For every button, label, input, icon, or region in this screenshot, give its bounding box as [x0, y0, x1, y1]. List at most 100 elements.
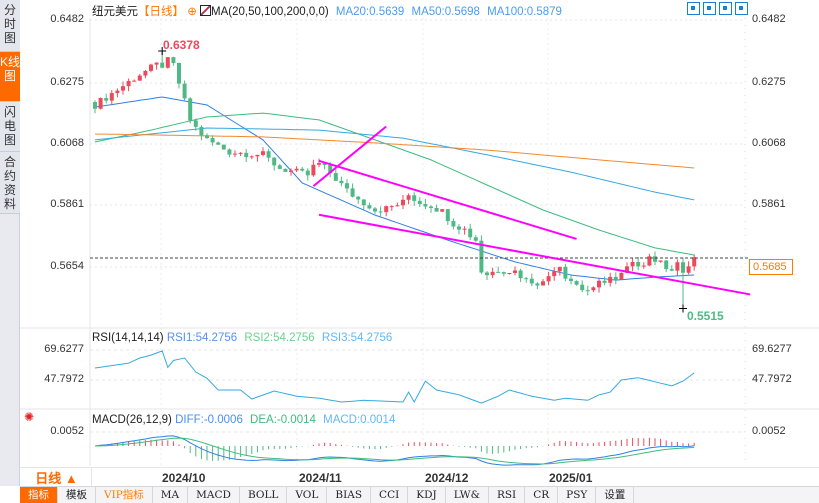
candle-body — [619, 272, 624, 280]
ma20-line — [94, 96, 695, 281]
macd-label-left: 0.0052 — [50, 425, 84, 437]
period-label: 【日线】 — [138, 6, 184, 18]
candle-body — [378, 211, 383, 213]
date-label: 2024/12 — [425, 471, 469, 485]
candle-body — [501, 272, 506, 274]
candle-body — [457, 226, 461, 230]
toolbar-item-7[interactable]: BIAS — [327, 487, 372, 503]
indicator-toolbar: 指标 模板 VIP指标 MA MACD BOLL VOL BIAS CCI KDJ LW& RSI CR… — [20, 486, 819, 503]
toolbar-item-9[interactable]: KDJ — [408, 487, 446, 503]
price-label-left: 0.5861 — [50, 198, 84, 210]
crosshair-icon[interactable] — [687, 2, 700, 15]
candle-body — [305, 170, 310, 176]
rsi-line — [94, 350, 695, 404]
candle-body — [300, 168, 305, 171]
candle-body — [384, 206, 389, 213]
ma-indicator-icon[interactable] — [200, 5, 212, 16]
candle-body — [518, 270, 523, 279]
candle-body — [154, 62, 159, 65]
candle-body — [653, 256, 657, 262]
candle-body — [686, 266, 691, 273]
price-label-right: 0.6068 — [752, 137, 786, 149]
rsi-label-left: 69.6277 — [44, 343, 84, 355]
candle-body — [681, 262, 685, 273]
candle-body — [193, 120, 198, 127]
candle-body — [233, 153, 237, 155]
symbol-name: 纽元美元 — [92, 6, 138, 18]
toolbar-item-2[interactable]: VIP指标 — [96, 487, 153, 503]
indicator-settings-icon[interactable]: ✺ — [24, 410, 34, 424]
candle-body — [507, 272, 512, 274]
rsi-label-left: 47.7972 — [44, 373, 84, 385]
candle-body — [389, 206, 394, 208]
fit-left-icon[interactable] — [703, 2, 716, 15]
candle-body — [289, 170, 293, 172]
candle-body — [434, 208, 439, 212]
diff-value: DIFF:-0.0006 — [175, 414, 243, 426]
candle-body — [630, 262, 635, 267]
candle-body — [255, 154, 260, 157]
toolbar-item-12[interactable]: CR — [525, 487, 559, 503]
candle-body — [345, 183, 349, 189]
period-selector[interactable]: 日线 ▲ — [22, 468, 92, 486]
candle-body — [440, 209, 445, 212]
date-label: 2024/10 — [162, 471, 206, 485]
chart-legend: 纽元美元【日线】 ⊕ MA(20,50,100,200,0,0) MA20:0.… — [92, 3, 562, 19]
candle-body — [126, 81, 131, 87]
candle-body — [121, 86, 125, 91]
toolbar-item-4[interactable]: MACD — [188, 487, 240, 503]
candle-body — [143, 70, 148, 76]
candle-body — [574, 281, 579, 285]
kline-chart[interactable] — [0, 0, 819, 503]
toolbar-item-5[interactable]: BOLL — [240, 487, 288, 503]
candle-body — [395, 205, 400, 207]
candle-body — [451, 221, 456, 227]
ma200-line — [94, 133, 695, 169]
current-price-label: 0.5685 — [749, 259, 793, 275]
candle-body — [115, 90, 120, 94]
toolbar-item-14[interactable]: 设置 — [596, 487, 635, 503]
candle-body — [664, 260, 669, 270]
toolbar-item-11[interactable]: RSI — [489, 487, 526, 503]
candle-body — [261, 151, 265, 155]
candle-body — [210, 137, 215, 143]
toolbar-item-8[interactable]: CCI — [371, 487, 409, 503]
jump-end-icon[interactable] — [735, 2, 748, 15]
candle-body — [580, 284, 585, 291]
toolbar-item-3[interactable]: MA — [153, 487, 189, 503]
candle-body — [602, 280, 607, 283]
ma20-value: MA20:0.5639 — [335, 6, 405, 18]
crosshair-toggle-icon[interactable]: ⊕ — [187, 6, 197, 18]
price-label-left: 0.6068 — [50, 137, 84, 149]
high-annotation: 0.6378 — [163, 38, 200, 52]
rsi-legend: RSI(14,14,14) RSI1:54.2756 RSI2:54.2756 … — [92, 332, 392, 344]
toolbar-item-6[interactable]: VOL — [287, 487, 328, 503]
macd-label-right: 0.0052 — [752, 425, 786, 437]
candle-body — [221, 144, 226, 150]
candle-body — [445, 209, 450, 222]
toolbar-item-10[interactable]: LW& — [446, 487, 489, 503]
ma100-line — [94, 127, 695, 201]
candle-body — [429, 206, 433, 209]
candle-body — [249, 156, 254, 158]
low-annotation: 0.5515 — [687, 309, 724, 323]
candle-body — [373, 208, 377, 212]
candle-body — [524, 278, 529, 280]
candle-body — [529, 278, 534, 284]
candle-body — [597, 280, 601, 288]
date-label: 2024/11 — [299, 471, 342, 485]
candle-body — [277, 165, 282, 169]
candle-body — [165, 57, 170, 68]
toolbar-item-0[interactable]: 指标 — [20, 487, 58, 503]
candle-body — [641, 265, 646, 267]
candle-body — [692, 257, 697, 267]
toolbar-item-1[interactable]: 模板 — [58, 487, 96, 503]
candle-body — [613, 276, 618, 280]
candle-body — [350, 188, 355, 197]
candle-body — [238, 152, 243, 154]
price-label-right: 0.5861 — [752, 198, 786, 210]
candle-body — [591, 287, 596, 291]
toolbar-item-13[interactable]: PSY — [558, 487, 597, 503]
candle-body — [490, 271, 495, 276]
play-icon[interactable] — [719, 2, 732, 15]
